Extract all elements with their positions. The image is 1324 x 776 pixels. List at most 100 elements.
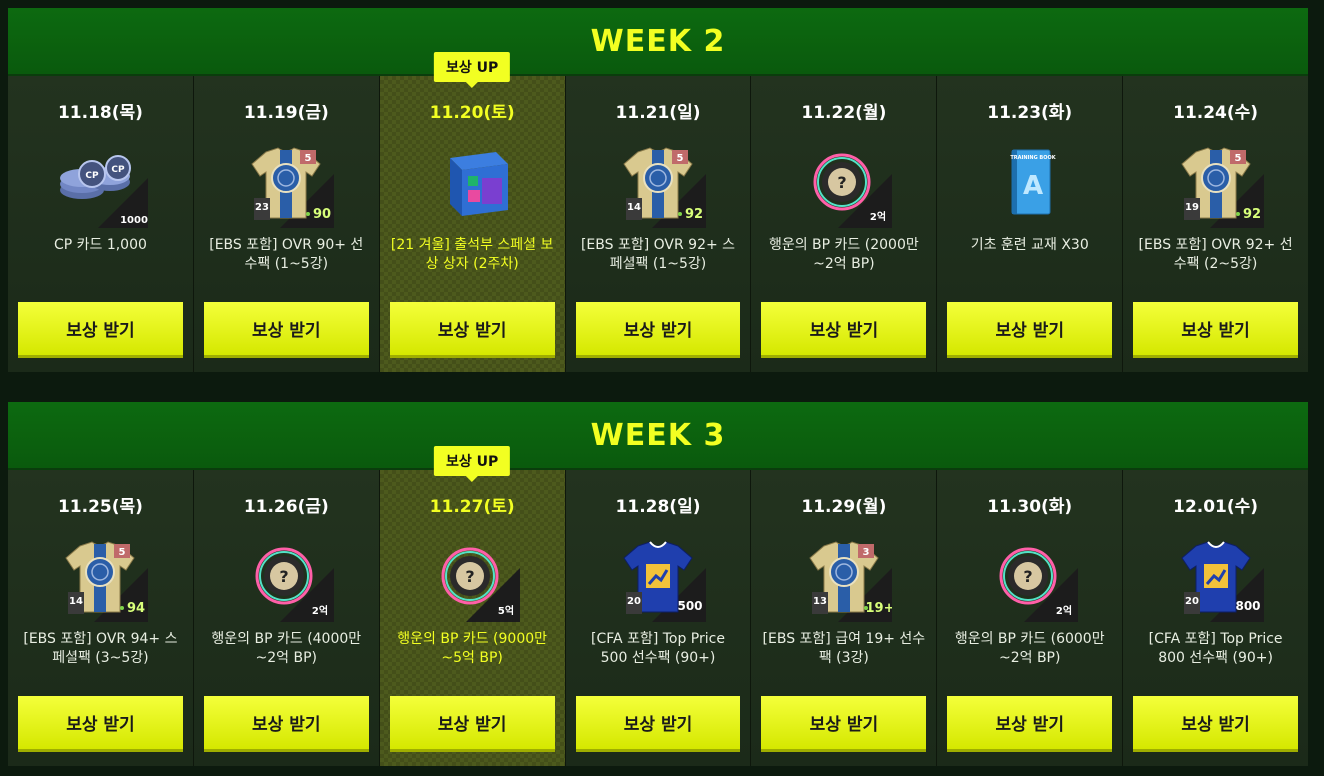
level-number: 20 [627,596,641,607]
jersey-icon: 5 14 92 [610,144,706,228]
jersey-icon: 3 13 19+ [796,538,894,622]
blue-jersey-icon: 20 500 [610,538,706,622]
level-number: 19 [1185,202,1199,213]
day-date: 11.20(토) [429,103,515,123]
reward-description: [EBS 포함] OVR 92+ 선수팩 (2~5강) [1138,237,1293,272]
grade-number: 5 [677,153,684,164]
bp-amount: 2억 [870,211,886,223]
claim-reward-button[interactable]: 보상 받기 [947,302,1113,358]
day-list: 11.25(목) 5 14 94 [EBS 포함] OVR 94+ 스페셜팩 (… [8,446,1309,766]
bp-card-icon: ? 2억 [238,538,335,622]
bp-card-icon: ? 2억 [796,144,892,228]
ovr-value: 92 [1243,207,1261,222]
level-number: 13 [813,596,827,607]
day-card: 11.30(화) ? 2억 행운의 BP 카드 (6000만 ~2억 BP) 보상… [937,470,1124,766]
reward-description: 기초 훈련 교재 X30 [970,237,1089,253]
level-number: 14 [627,202,641,213]
claim-reward-button[interactable]: 보상 받기 [203,302,369,358]
day-card: 11.23(화) TRAINING BOOK A 기초 훈련 교재 X30 보상 … [937,76,1124,372]
bp-card-icon: ? 5억 [424,538,521,622]
svg-text:?: ? [466,567,475,586]
reward-description: [EBS 포함] OVR 94+ 스페셜팩 (3~5강) [23,631,178,666]
day-date: 11.27(토) [429,497,515,517]
reward-amount: 1000 [121,215,149,226]
reward-description: 행운의 BP 카드 (4000만 ~2억 BP) [211,631,362,666]
week-title: WEEK 3 [590,417,726,453]
claim-reward-button[interactable]: 보상 받기 [18,302,183,358]
jersey-icon: 5 23 90 [238,144,335,228]
claim-reward-button[interactable]: 보상 받기 [947,696,1113,752]
claim-reward-button[interactable]: 보상 받기 [575,302,741,358]
reward-description: CP 카드 1,000 [53,237,147,253]
grade-number: 3 [862,547,869,558]
day-card: 11.24(수) 5 19 92 [EBS 포함] OVR 92+ 선수팩 (2… [1123,76,1309,372]
day-card: 11.22(월) ? 2억 행운의 BP 카드 (2000만 ~2억 BP) 보상… [751,76,938,372]
claim-reward-button[interactable]: 보상 받기 [389,696,555,752]
day-card: 보상 UP 11.27(토) ? 5억 행운의 BP 카드 (9000만 ~5억 … [379,446,566,766]
svg-text:?: ? [280,567,289,586]
week-header: WEEK 2 [8,8,1308,76]
day-card: 11.25(목) 5 14 94 [EBS 포함] OVR 94+ 스페셜팩 (… [8,470,194,766]
svg-text:CP: CP [112,165,126,175]
bp-amount: 5억 [498,605,514,617]
jersey-icon: 5 19 92 [1168,144,1264,228]
reward-up-badge: 보상 UP [434,52,511,82]
price-value: 500 [677,599,702,613]
reward-description: [EBS 포함] 급여 19+ 선수팩 (3강) [762,631,926,666]
claim-reward-button[interactable]: 보상 받기 [761,696,927,752]
claim-reward-button[interactable]: 보상 받기 [203,696,369,752]
reward-description: 행운의 BP 카드 (6000만 ~2억 BP) [954,631,1105,666]
price-value: 800 [1235,599,1260,613]
blue-jersey-icon: 20 800 [1168,538,1264,622]
level-number: 20 [1185,596,1199,607]
week-title: WEEK 2 [590,23,726,59]
claim-reward-button[interactable]: 보상 받기 [1133,696,1299,752]
claim-reward-button[interactable]: 보상 받기 [389,302,555,358]
claim-reward-button[interactable]: 보상 받기 [575,696,741,752]
reward-description: [EBS 포함] OVR 92+ 스페셜팩 (1~5강) [580,237,736,272]
day-card: 보상 UP 11.20(토) [21 겨울] 출석부 스페셜 보상 상자 (2주차… [379,52,566,372]
bp-amount: 2억 [312,605,328,617]
level-number: 14 [69,596,83,607]
reward-description: [CFA 포함] Top Price 800 선수팩 (90+) [1148,631,1283,666]
level-number: 23 [255,202,269,213]
day-date: 11.21(일) [615,103,701,123]
day-date: 11.25(목) [57,497,143,517]
reward-description: [21 겨울] 출석부 스페셜 보상 상자 (2주차) [390,237,554,272]
jersey-icon: 5 14 94 [52,538,149,622]
reward-up-badge: 보상 UP [434,446,511,476]
claim-reward-button[interactable]: 보상 받기 [18,696,183,752]
book-icon: TRAINING BOOK A [982,144,1078,228]
day-date: 11.19(금) [243,103,329,123]
day-date: 11.26(금) [243,497,329,517]
ovr-value: 19+ [865,601,891,616]
day-date: 11.30(화) [987,497,1073,517]
day-card: 11.18(목) CP CP 1000 CP 카드 1,000 보상 받기 [8,76,194,372]
day-date: 11.23(화) [987,103,1073,123]
reward-description: 행운의 BP 카드 (9000만 ~5억 BP) [397,631,548,666]
day-date: 12.01(수) [1173,497,1259,517]
claim-reward-button[interactable]: 보상 받기 [761,302,927,358]
claim-reward-button[interactable]: 보상 받기 [1133,302,1299,358]
reward-description: 행운의 BP 카드 (2000만 ~2억 BP) [768,237,919,272]
bp-card-icon: ? 2억 [982,538,1078,622]
day-date: 11.29(월) [801,497,887,517]
book-letter: A [1023,171,1043,201]
day-card: 11.21(일) 5 14 92 [EBS 포함] OVR 92+ 스페셜팩 (… [565,76,752,372]
svg-text:?: ? [1023,567,1032,586]
ovr-value: 90 [313,207,331,222]
grade-number: 5 [1234,153,1241,164]
day-date: 11.28(일) [615,497,701,517]
reward-description: [EBS 포함] OVR 90+ 선수팩 (1~5강) [209,237,364,272]
day-card: 11.19(금) 5 23 90 [EBS 포함] OVR 90+ 선수팩 (1… [193,76,380,372]
ovr-value: 92 [685,207,703,222]
svg-text:CP: CP [86,171,100,181]
day-date: 11.22(월) [801,103,887,123]
svg-text:?: ? [837,173,846,192]
day-date: 11.24(수) [1173,103,1259,123]
day-card: 11.29(월) 3 13 19+ [EBS 포함] 급여 19+ 선수팩 (3… [751,470,938,766]
day-card: 12.01(수) 20 800 [CFA 포함] Top Price 800 선… [1123,470,1309,766]
grade-number: 5 [305,153,312,164]
box-icon [424,144,520,228]
cp-coins-icon: CP CP 1000 [52,144,149,228]
